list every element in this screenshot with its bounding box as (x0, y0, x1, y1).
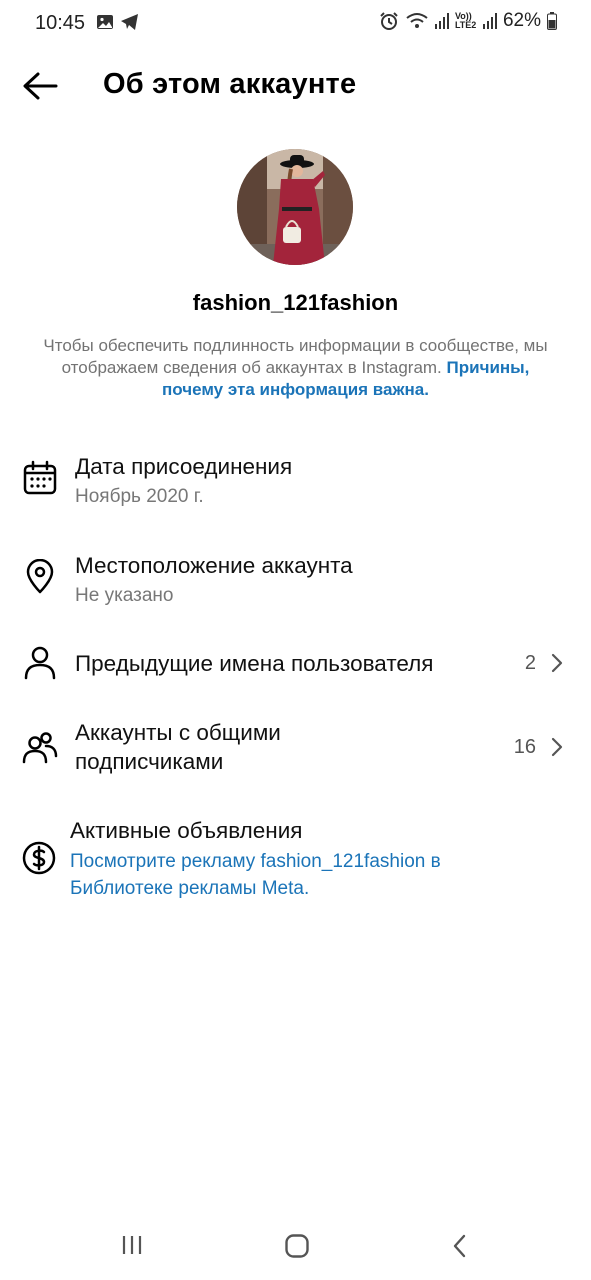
recent-apps-icon[interactable] (120, 1233, 144, 1257)
user-icon (24, 646, 56, 680)
telegram-icon (121, 14, 138, 30)
signal-icon-2 (482, 13, 497, 29)
battery-percent: 62% (502, 10, 541, 31)
page-title: Об этом аккаунте (103, 68, 357, 100)
shared-followers-count: 16 (513, 736, 536, 758)
active-ads-row: Активные объявления Посмотрите рекламу f… (0, 816, 591, 906)
former-usernames-count: 2 (524, 652, 536, 674)
username: fashion_121fashion (192, 290, 399, 315)
alarm-icon (380, 12, 398, 30)
join-date-row: Дата присоединения Ноябрь 2020 г. (0, 452, 591, 522)
join-date-label: Дата присоединения (75, 454, 293, 479)
home-icon[interactable] (284, 1233, 310, 1259)
back-arrow-icon[interactable] (20, 70, 60, 102)
info-description: Чтобы обеспечить подлинность информации … (40, 335, 551, 401)
status-right: Vo)) LTE2 62% (379, 10, 557, 32)
shared-followers-row[interactable]: Аккаунты с общими подписчиками 16 (0, 718, 591, 780)
ad-library-link[interactable]: Посмотрите рекламу fashion_121fashion в … (70, 848, 540, 902)
shared-followers-label-2: подписчиками (75, 749, 224, 774)
status-bar: 10:45 Vo)) LTE2 62% (0, 0, 591, 46)
location-label: Местоположение аккаунта (75, 553, 353, 578)
chevron-right-icon (551, 737, 563, 757)
active-ads-label: Активные объявления (70, 818, 303, 843)
location-row: Местоположение аккаунта Не указано (0, 551, 591, 621)
status-time: 10:45 (35, 12, 86, 34)
location-value: Не указано (75, 585, 174, 606)
notification-icons (96, 13, 140, 31)
dollar-icon (22, 841, 56, 875)
system-nav-bar (0, 1210, 591, 1280)
profile-avatar (237, 149, 353, 265)
signal-icon (434, 13, 449, 29)
location-pin-icon (26, 559, 54, 594)
join-date-value: Ноябрь 2020 г. (75, 486, 204, 507)
ad-library-link-line1: Посмотрите рекламу fashion_121fashion в (70, 851, 441, 872)
wifi-icon (406, 13, 428, 28)
shared-followers-label-1: Аккаунты с общими (75, 720, 281, 745)
network-label: Vo)) LTE2 (454, 11, 477, 30)
former-usernames-label: Предыдущие имена пользователя (75, 651, 434, 676)
former-usernames-row[interactable]: Предыдущие имена пользователя 2 (0, 640, 591, 688)
gallery-icon (97, 15, 113, 29)
app-bar: Об этом аккаунте (0, 58, 591, 114)
system-back-icon[interactable] (452, 1233, 468, 1259)
ad-library-link-line2: Библиотеке рекламы Meta. (70, 878, 310, 899)
chevron-right-icon (551, 653, 563, 673)
battery-icon (547, 12, 557, 30)
users-icon (22, 732, 58, 764)
calendar-icon (23, 460, 57, 495)
